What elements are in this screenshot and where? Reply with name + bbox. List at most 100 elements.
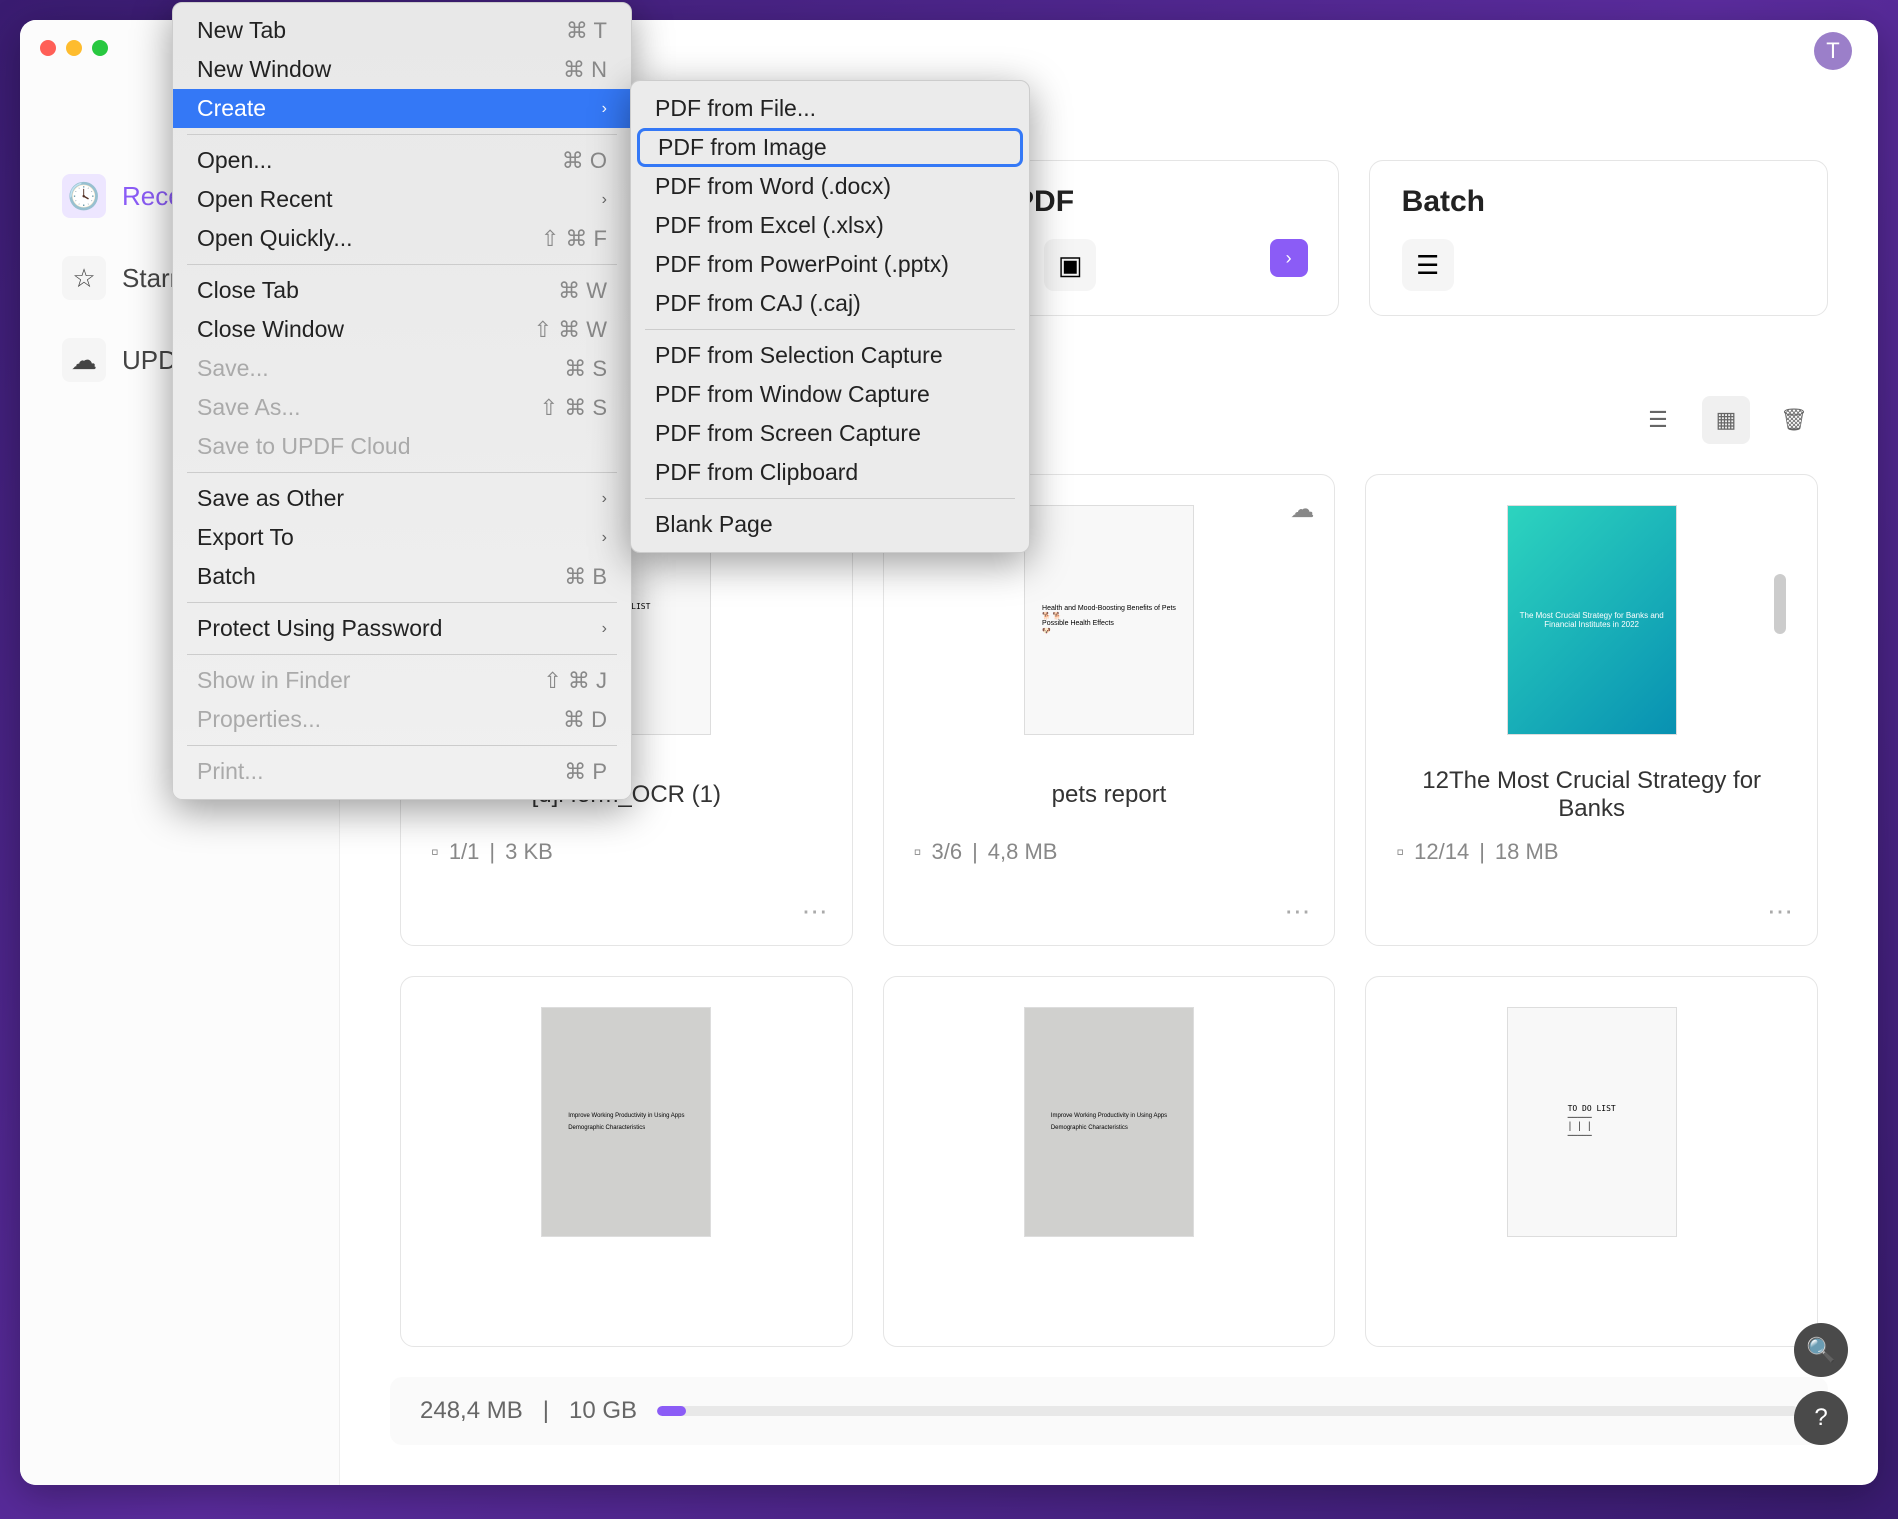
expand-arrow-icon[interactable]: › [1270, 239, 1308, 277]
menu-item-label: Show in Finder [197, 667, 350, 694]
more-actions-button[interactable]: ⋯ [1284, 896, 1310, 927]
list-view-button[interactable]: ☰ [1634, 396, 1682, 444]
file-thumbnail: The Most Crucial Strategy for Banks and … [1507, 505, 1677, 735]
menu-item-create[interactable]: Create › [173, 89, 631, 128]
file-card[interactable]: TO DO LIST─────│ │ │───── [1365, 976, 1818, 1348]
chevron-right-icon: › [602, 529, 607, 547]
menu-item-close-tab[interactable]: Close Tab ⌘ W [173, 271, 631, 310]
avatar[interactable]: T [1814, 32, 1852, 70]
menu-divider [187, 654, 617, 655]
storage-bar: 248,4 MB | 10 GB [390, 1377, 1828, 1445]
pages-icon: ▫ [1396, 839, 1404, 865]
menu-item-label: Protect Using Password [197, 615, 442, 642]
chevron-right-icon: › [602, 100, 607, 118]
menu-item-save-as-other[interactable]: Save as Other› [173, 479, 631, 518]
storage-progress [657, 1406, 1798, 1416]
grid-view-button[interactable]: ▦ [1702, 396, 1750, 444]
chevron-right-icon: › [602, 191, 607, 209]
menu-item-print-: Print...⌘ P [173, 752, 631, 791]
file-name: 12The Most Crucial Strategy for Banks [1386, 765, 1797, 825]
file-thumbnail: Health and Mood-Boosting Benefits of Pet… [1024, 505, 1194, 735]
file-card[interactable]: Improve Working Productivity in Using Ap… [883, 976, 1336, 1348]
delete-button[interactable]: 🗑 [1770, 396, 1818, 444]
submenu-item-pdf-from-word-docx-[interactable]: PDF from Word (.docx) [631, 167, 1029, 206]
menu-item-label: Save... [197, 355, 269, 382]
menu-item-close-window[interactable]: Close Window ⇧ ⌘ W [173, 310, 631, 349]
submenu-item-pdf-from-window-capture[interactable]: PDF from Window Capture [631, 375, 1029, 414]
menu-item-open-[interactable]: Open... ⌘ O [173, 141, 631, 180]
menu-item-label: Save As... [197, 394, 301, 421]
cloud-icon: ☁ [71, 345, 97, 376]
menu-item-label: Close Window [197, 316, 344, 343]
submenu-item-pdf-from-screen-capture[interactable]: PDF from Screen Capture [631, 414, 1029, 453]
minimize-window-button[interactable] [66, 40, 82, 56]
pages-icon: ▫ [431, 839, 439, 865]
menu-item-show-in-finder: Show in Finder⇧ ⌘ J [173, 661, 631, 700]
cloud-sync-icon: ☁ [1290, 495, 1314, 524]
more-actions-button[interactable]: ⋯ [802, 896, 828, 927]
scrollbar[interactable] [1774, 574, 1786, 634]
menu-item-label: PDF from Excel (.xlsx) [655, 212, 884, 239]
menu-shortcut: ⇧ ⌘ S [540, 395, 607, 421]
submenu-item-blank-page[interactable]: Blank Page [631, 505, 1029, 544]
maximize-window-button[interactable] [92, 40, 108, 56]
submenu-item-pdf-from-powerpoint-pptx-[interactable]: PDF from PowerPoint (.pptx) [631, 245, 1029, 284]
menu-item-new-tab[interactable]: New Tab⌘ T [173, 11, 631, 50]
menu-item-label: PDF from Selection Capture [655, 342, 943, 369]
close-window-button[interactable] [40, 40, 56, 56]
gallery-icon: ▣ [1044, 239, 1096, 291]
menu-shortcut: ⌘ W [558, 278, 607, 304]
storage-total: 10 GB [569, 1397, 637, 1425]
submenu-item-pdf-from-selection-capture[interactable]: PDF from Selection Capture [631, 336, 1029, 375]
menu-item-label: Properties... [197, 706, 321, 733]
submenu-item-pdf-from-clipboard[interactable]: PDF from Clipboard [631, 453, 1029, 492]
menu-divider [187, 745, 617, 746]
menu-item-label: New Tab [197, 17, 286, 44]
menu-item-open-quickly-[interactable]: Open Quickly... ⇧ ⌘ F [173, 219, 631, 258]
menu-item-label: New Window [197, 56, 331, 83]
search-button[interactable]: 🔍 [1794, 1323, 1848, 1377]
submenu-item-pdf-from-excel-xlsx-[interactable]: PDF from Excel (.xlsx) [631, 206, 1029, 245]
file-meta: ▫ 1/1 | 3 KB [421, 839, 553, 865]
menu-item-export-to[interactable]: Export To› [173, 518, 631, 557]
menu-item-label: PDF from File... [655, 95, 816, 122]
menu-item-label: Close Tab [197, 277, 299, 304]
menu-shortcut: ⌘ N [563, 57, 607, 83]
menu-shortcut: ⇧ ⌘ F [541, 226, 607, 252]
help-button[interactable]: ? [1794, 1391, 1848, 1445]
menu-divider [187, 602, 617, 603]
menu-item-label: PDF from Clipboard [655, 459, 858, 486]
menu-item-open-recent[interactable]: Open Recent › [173, 180, 631, 219]
menu-item-properties-: Properties...⌘ D [173, 700, 631, 739]
menu-item-label: Open Recent [197, 186, 333, 213]
menu-item-label: Print... [197, 758, 263, 785]
submenu-item-pdf-from-caj-caj-[interactable]: PDF from CAJ (.caj) [631, 284, 1029, 323]
file-meta: ▫ 3/6 | 4,8 MB [904, 839, 1058, 865]
menu-shortcut: ⇧ ⌘ W [534, 317, 607, 343]
chevron-right-icon: › [602, 620, 607, 638]
menu-item-label: PDF from PowerPoint (.pptx) [655, 251, 949, 278]
menu-item-batch[interactable]: Batch⌘ B [173, 557, 631, 596]
menu-divider [187, 472, 617, 473]
menu-item-label: Save as Other [197, 485, 344, 512]
menu-shortcut: ⌘ O [562, 148, 607, 174]
menu-item-label: Create [197, 95, 266, 122]
file-meta: ▫ 12/14 | 18 MB [1386, 839, 1558, 865]
menu-item-new-window[interactable]: New Window ⌘ N [173, 50, 631, 89]
traffic-lights [40, 40, 108, 56]
menu-shortcut: ⌘ S [564, 356, 607, 382]
file-card[interactable]: Improve Working Productivity in Using Ap… [400, 976, 853, 1348]
submenu-item-pdf-from-file-[interactable]: PDF from File... [631, 89, 1029, 128]
submenu-item-pdf-from-image[interactable]: PDF from Image [637, 128, 1023, 167]
file-card[interactable]: The Most Crucial Strategy for Banks and … [1365, 474, 1818, 946]
menu-item-save-: Save... ⌘ S [173, 349, 631, 388]
batch-card[interactable]: Batch ☰ [1369, 160, 1828, 316]
menu-item-label: Open Quickly... [197, 225, 353, 252]
menu-item-protect-using-password[interactable]: Protect Using Password › [173, 609, 631, 648]
create-submenu: PDF from File...PDF from ImagePDF from W… [630, 80, 1030, 553]
stack-icon: ☰ [1402, 239, 1454, 291]
menu-item-label: Open... [197, 147, 272, 174]
card-title: Batch [1402, 185, 1795, 219]
file-thumbnail: TO DO LIST─────│ │ │───── [1507, 1007, 1677, 1237]
more-actions-button[interactable]: ⋯ [1767, 896, 1793, 927]
